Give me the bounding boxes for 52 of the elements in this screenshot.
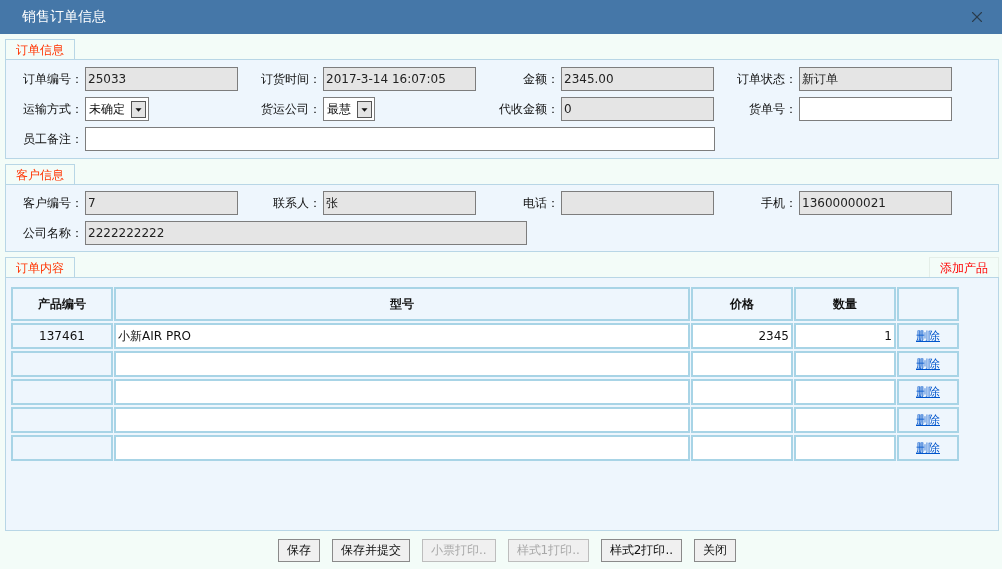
caret-icon: [131, 100, 146, 118]
action-button[interactable]: 保存: [277, 539, 320, 562]
column-header: [897, 287, 959, 321]
delete-link[interactable]: 删除: [916, 355, 940, 373]
field-label: 联系人：: [272, 194, 322, 212]
readonly-field[interactable]: 0: [561, 97, 714, 121]
readonly-field[interactable]: 25033: [85, 67, 238, 91]
action-button[interactable]: 保存并提交: [331, 539, 410, 562]
field-label: 金额：: [522, 70, 560, 88]
delete-link[interactable]: 删除: [916, 327, 940, 345]
section-tab[interactable]: 订单信息: [5, 39, 75, 59]
input-field[interactable]: [85, 127, 715, 151]
table-cell: 1: [794, 323, 896, 349]
field-label: 代收金额：: [498, 100, 560, 118]
field-label: 电话：: [522, 194, 560, 212]
field-label: 员工备注：: [22, 130, 84, 148]
field-label: 货单号：: [748, 100, 798, 118]
dropdown[interactable]: 最慧: [323, 97, 375, 121]
dropdown[interactable]: 未确定: [85, 97, 149, 121]
readonly-field[interactable]: 2017-3-14 16:07:05: [323, 67, 476, 91]
readonly-field[interactable]: 2222222222: [85, 221, 527, 245]
readonly-field[interactable]: 新订单: [799, 67, 952, 91]
delete-link[interactable]: 删除: [916, 383, 940, 401]
caret-icon: [357, 100, 372, 118]
field-label: 订单状态：: [736, 70, 798, 88]
column-header: 数量: [794, 287, 896, 321]
action-button[interactable]: 样式2打印..: [600, 539, 683, 562]
readonly-field[interactable]: [561, 191, 714, 215]
table-cell: 2345: [691, 323, 793, 349]
field-label: 公司名称：: [22, 224, 84, 242]
readonly-field[interactable]: 7: [85, 191, 238, 215]
readonly-field[interactable]: 13600000021: [799, 191, 952, 215]
field-label: 订货时间：: [260, 70, 322, 88]
field-label: 运输方式：: [22, 100, 84, 118]
table-cell: 小新AIR PRO: [114, 323, 690, 349]
column-header: 价格: [691, 287, 793, 321]
readonly-field[interactable]: 张: [323, 191, 476, 215]
section-tab[interactable]: 客户信息: [5, 164, 75, 184]
column-header: 产品编号: [11, 287, 113, 321]
field-label: 客户编号：: [22, 194, 84, 212]
section-tab[interactable]: 订单内容: [5, 257, 75, 277]
window-title: 销售订单信息: [22, 8, 106, 26]
readonly-field[interactable]: 2345.00: [561, 67, 714, 91]
delete-link[interactable]: 删除: [916, 439, 940, 457]
delete-link[interactable]: 删除: [916, 411, 940, 429]
field-label: 订单编号：: [22, 70, 84, 88]
action-button[interactable]: 关闭: [694, 539, 737, 562]
table-cell: 137461: [11, 323, 113, 349]
field-label: 货运公司：: [260, 100, 322, 118]
column-header: 型号: [114, 287, 690, 321]
input-field[interactable]: [799, 97, 952, 121]
field-label: 手机：: [760, 194, 798, 212]
